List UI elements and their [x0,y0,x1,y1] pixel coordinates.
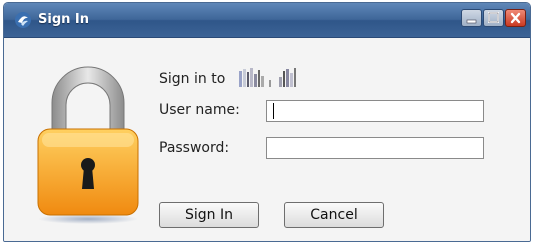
window-controls [461,9,526,27]
minimize-icon[interactable] [461,9,482,27]
text-caret [273,103,274,119]
sign-in-window: Sign In Sign in to User name: Password: … [3,2,531,242]
title-bar[interactable]: Sign In [4,3,530,38]
close-icon[interactable] [505,9,526,27]
password-label: Password: [159,140,230,156]
sign-in-to-label: Sign in to [159,71,226,87]
username-input[interactable] [266,100,484,122]
password-input[interactable] [266,137,484,159]
lync-icon [15,12,31,28]
maximize-icon[interactable] [483,9,504,27]
padlock-icon [37,66,139,224]
window-title: Sign In [38,12,89,27]
cancel-button[interactable]: Cancel [284,202,384,228]
redacted-server-name [239,68,296,87]
sign-in-button[interactable]: Sign In [159,202,259,228]
dialog-body: Sign in to User name: Password: Sign In … [4,38,530,241]
username-label: User name: [159,102,240,118]
